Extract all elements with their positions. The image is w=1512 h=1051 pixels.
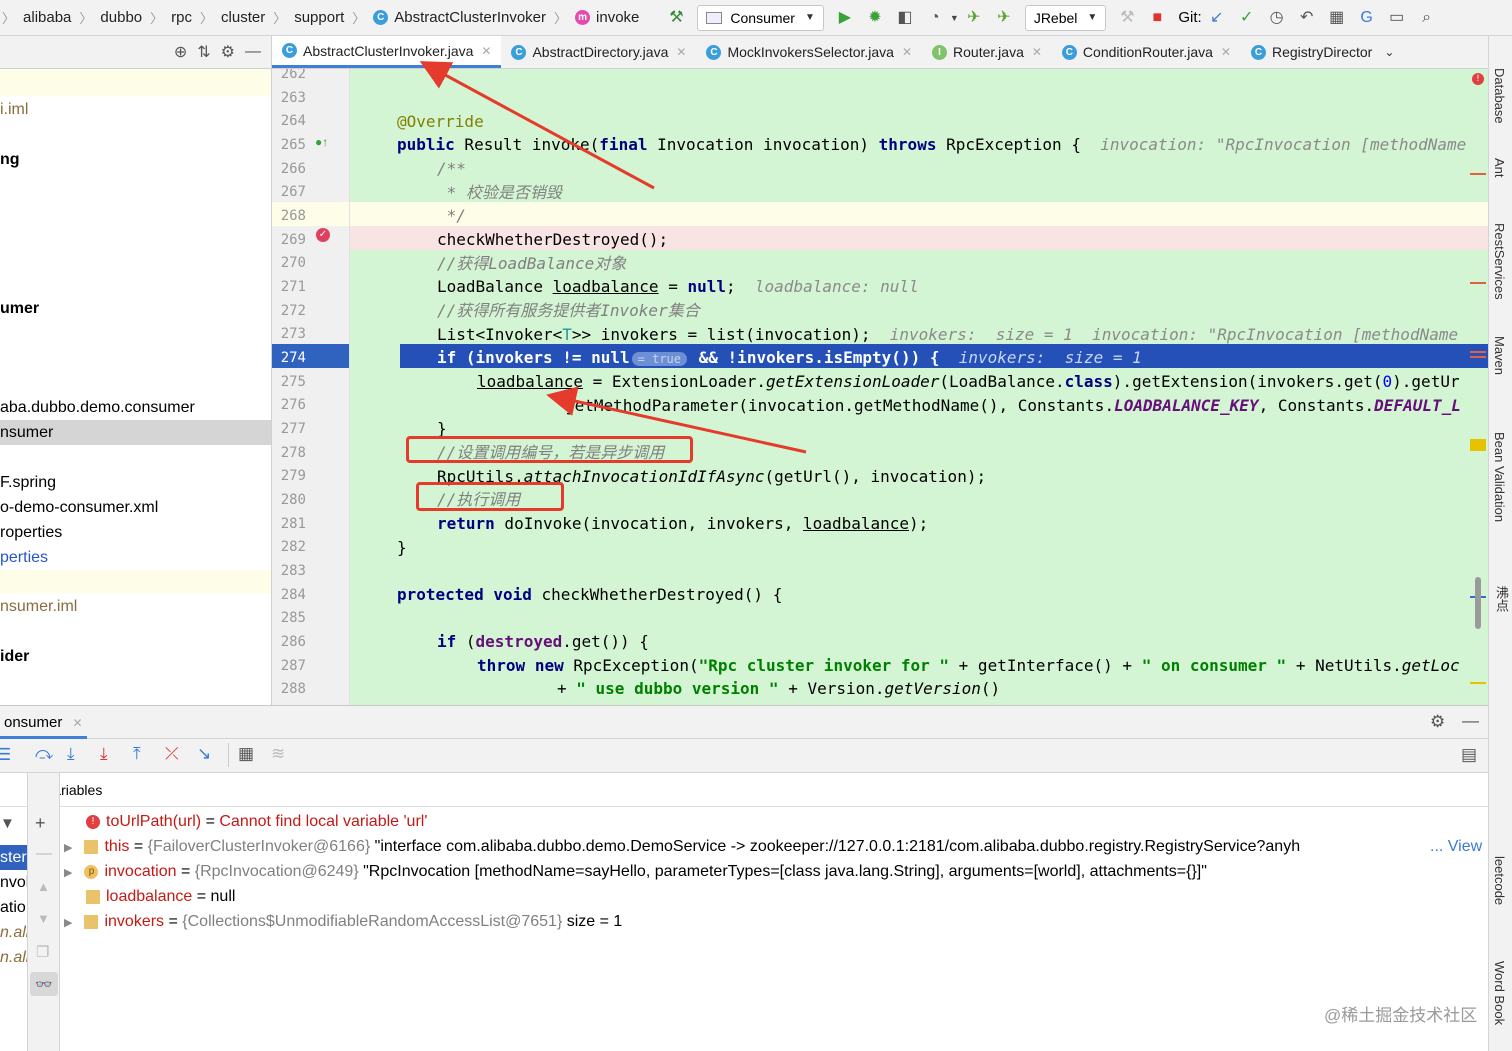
- debug-session-tab[interactable]: onsumer ✕: [0, 706, 87, 739]
- right-tool-strip: Database Ant RestServices Maven Bean Val…: [1488, 36, 1512, 1051]
- expand-arrow-icon[interactable]: ▶: [64, 842, 72, 854]
- frames-header: ▼: [0, 773, 27, 832]
- watermark: @稀土掘金技术社区: [1324, 1006, 1478, 1025]
- variable-row[interactable]: ! toUrlPath(url) = Cannot find local vari…: [86, 809, 1488, 834]
- variable-row[interactable]: ▶ this = {FailoverClusterInvoker@6166} "i…: [64, 834, 1488, 859]
- tool-feidian[interactable]: 沸点: [1492, 586, 1511, 612]
- variable-name: invocation: [104, 863, 177, 880]
- error-icon: !: [86, 814, 100, 829]
- variable-type: {Collections$UnmodifiableRandomAccessLis…: [182, 913, 563, 930]
- copy-icon[interactable]: ❐: [36, 943, 49, 961]
- frame-item[interactable]: atio: [0, 895, 27, 920]
- annotation-arrows: [419, 61, 807, 454]
- layout-icon[interactable]: ▤: [1461, 745, 1477, 765]
- force-step-into-icon[interactable]: ⤓: [100, 744, 108, 764]
- view-link[interactable]: ... View: [1428, 834, 1483, 859]
- remove-watch-icon[interactable]: —: [36, 845, 52, 863]
- variables-panel: Variables ! toUrlPath(url) = Cannot find …: [60, 773, 1488, 1051]
- evaluate-icon[interactable]: ▦: [238, 744, 254, 764]
- variable-type: {FailoverClusterInvoker@6166}: [147, 838, 371, 855]
- filter-icon[interactable]: ▼: [0, 815, 15, 832]
- frame-item[interactable]: n.ali: [0, 920, 27, 945]
- variable-type: {RpcInvocation@6249}: [194, 863, 359, 880]
- annotation-arrow: [419, 61, 655, 190]
- field-icon: [84, 839, 99, 854]
- minimize-icon[interactable]: —: [1462, 711, 1479, 731]
- tool-ant[interactable]: Ant: [1492, 158, 1507, 178]
- tool-restservices[interactable]: RestServices: [1492, 223, 1507, 300]
- variable-row[interactable]: ▶ invokers = {Collections$UnmodifiableRan…: [64, 909, 1488, 934]
- debug-toolbar: ☰ ⤼ ⤓ ⤓ ⤒ ⤫ ↘ ▦ ≋ ▤: [0, 739, 1488, 773]
- frame-item-selected[interactable]: ster: [0, 845, 27, 870]
- variable-row[interactable]: ▶ p invocation = {RpcInvocation@6249} "Rpc…: [64, 859, 1488, 884]
- expand-arrow-icon[interactable]: ▶: [64, 867, 72, 879]
- tool-bean-validation[interactable]: Bean Validation: [1492, 432, 1507, 522]
- step-into-icon[interactable]: ⤓: [67, 744, 75, 764]
- variable-value: size = 1: [562, 913, 623, 930]
- variable-name: invokers: [104, 913, 165, 930]
- variables-title: Variables: [60, 782, 103, 798]
- variable-value: Cannot find local variable 'url': [219, 813, 428, 830]
- variable-row[interactable]: loadbalance = null: [86, 884, 1488, 909]
- variable-name: loadbalance: [106, 888, 193, 905]
- tool-maven[interactable]: Maven: [1492, 336, 1507, 375]
- variable-name: this: [104, 838, 130, 855]
- annotation-arrow: [546, 386, 807, 454]
- debug-header: onsumer ✕ ⚙ —: [0, 705, 1488, 739]
- toolbar-divider: [228, 743, 229, 767]
- step-over-icon[interactable]: ⤼: [35, 744, 53, 764]
- expand-arrow-icon[interactable]: ▶: [64, 917, 72, 929]
- frame-item[interactable]: nvol: [0, 870, 27, 895]
- add-watch-icon[interactable]: +: [35, 813, 46, 834]
- parameter-icon: p: [84, 864, 99, 879]
- variable-name: toUrlPath(url): [106, 813, 202, 830]
- move-up-icon[interactable]: ▲: [37, 879, 50, 894]
- field-icon: [86, 889, 100, 904]
- step-out-icon[interactable]: ⤒: [133, 744, 141, 764]
- tool-word-book[interactable]: Word Book: [1492, 961, 1507, 1025]
- variable-eq: =: [192, 888, 211, 905]
- trace-icon[interactable]: ≋: [271, 744, 285, 764]
- tool-database[interactable]: Database: [1492, 68, 1507, 124]
- debug-session-label: onsumer: [4, 714, 63, 731]
- run-to-cursor-icon[interactable]: ↘: [197, 744, 211, 764]
- variables-side-tools: + — ▲ ▼ ❐ 👓: [28, 773, 60, 1051]
- variable-value: "interface com.alibaba.dubbo.demo.DemoSe…: [370, 838, 1301, 855]
- variable-eq: =: [176, 863, 195, 880]
- frames-list: ▼ ster nvol atio n.ali n.ali: [0, 773, 28, 1051]
- drop-frame-icon[interactable]: ⤫: [165, 744, 179, 764]
- glasses-icon[interactable]: 👓: [30, 972, 58, 996]
- variable-eq: =: [129, 838, 148, 855]
- gear-icon[interactable]: ⚙: [1430, 712, 1445, 732]
- variable-value: null: [210, 888, 236, 905]
- frame-item[interactable]: n.ali: [0, 945, 27, 970]
- frames-menu-icon[interactable]: ☰: [0, 745, 11, 765]
- variable-eq: =: [164, 913, 183, 930]
- tool-leetcode[interactable]: leetcode: [1492, 856, 1507, 905]
- move-down-icon[interactable]: ▼: [37, 911, 50, 926]
- field-icon: [84, 914, 99, 929]
- variable-value: "RpcInvocation [methodName=sayHello, par…: [358, 863, 1207, 880]
- close-icon[interactable]: ✕: [73, 716, 83, 730]
- variable-eq: =: [201, 813, 220, 830]
- variables-header: Variables: [60, 773, 1488, 807]
